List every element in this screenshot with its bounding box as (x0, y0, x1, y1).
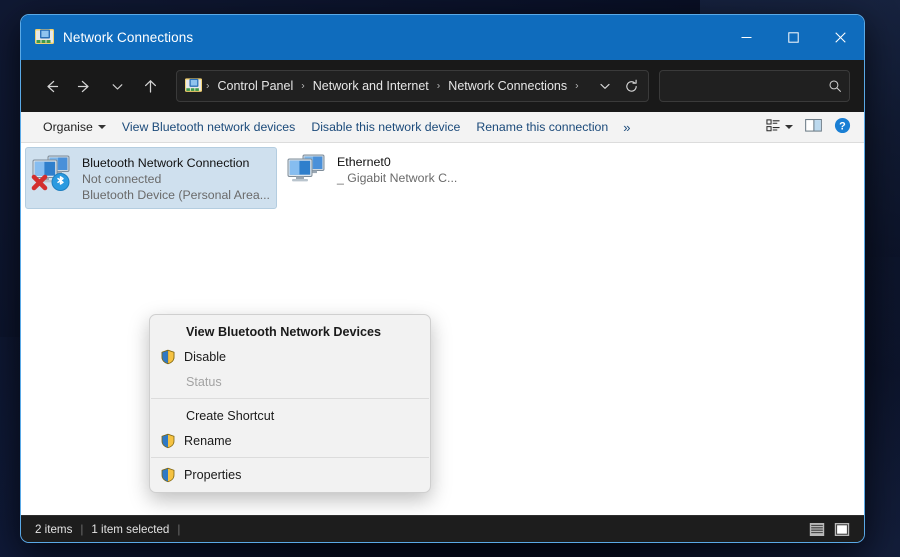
command-bar: Organise View Bluetooth network devices … (21, 112, 864, 143)
forward-button[interactable] (68, 70, 101, 102)
large-icons-view-button[interactable] (832, 520, 852, 539)
preview-pane-icon (805, 118, 822, 136)
connection-device-name: Gigabit Network C... (347, 171, 458, 185)
svg-text:?: ? (839, 120, 846, 132)
chevron-down-icon (97, 125, 106, 129)
context-menu-label: Properties (184, 467, 242, 482)
disable-this-network-device-button[interactable]: Disable this network device (303, 116, 468, 138)
view-bluetooth-network-devices-button[interactable]: View Bluetooth network devices (114, 116, 303, 138)
selection-label: 1 item selected (91, 522, 170, 536)
search-box[interactable] (659, 70, 850, 102)
status-bar: 2 items | 1 item selected | (21, 515, 864, 542)
breadcrumb-separator-0: › (206, 79, 210, 92)
breadcrumb-separator-1: › (301, 79, 305, 92)
context-menu-label: Disable (184, 349, 226, 364)
connection-name: Ethernet0 (337, 155, 391, 169)
context-menu-item-properties[interactable]: Properties (150, 462, 430, 487)
context-menu-item-view-bluetooth-network-devices[interactable]: View Bluetooth Network Devices (150, 319, 430, 344)
shield-icon (160, 433, 176, 449)
title-bar-left: Network Connections (21, 29, 193, 46)
network-connections-window: Network Connections › Control Panel › Ne… (20, 14, 865, 543)
preview-pane-button[interactable] (800, 115, 827, 139)
context-menu-label: Create Shortcut (186, 408, 275, 423)
organise-label: Organise (43, 120, 93, 134)
context-menu-item-status: Status (150, 369, 430, 394)
command-label: Disable this network device (311, 120, 461, 134)
ethernet-adapter-icon (285, 151, 329, 191)
connection-item-ethernet0[interactable]: Ethernet0 _ Gigabit Network C... (281, 147, 533, 196)
connection-item-bluetooth[interactable]: Bluetooth Network Connection Not connect… (25, 147, 277, 209)
help-button[interactable]: ? (829, 115, 856, 139)
breadcrumb-control-panel[interactable]: Control Panel (212, 76, 300, 96)
context-menu-separator (151, 457, 429, 458)
network-connections-icon (35, 29, 54, 46)
command-label: View Bluetooth network devices (121, 120, 296, 134)
context-menu-item-disable[interactable]: Disable (150, 344, 430, 369)
context-menu-item-create-shortcut[interactable]: Create Shortcut (150, 403, 430, 428)
address-bar[interactable]: › Control Panel › Network and Internet ›… (176, 70, 649, 102)
command-bar-right: ? (761, 115, 856, 139)
connections-list[interactable]: Bluetooth Network Connection Not connect… (21, 143, 864, 515)
details-view-button[interactable] (807, 520, 827, 539)
back-button[interactable] (35, 70, 68, 102)
breadcrumb-network-connections[interactable]: Network Connections (442, 76, 573, 96)
window-title: Network Connections (63, 30, 194, 45)
connection-name: Bluetooth Network Connection (82, 156, 250, 170)
close-button[interactable] (817, 15, 864, 60)
breadcrumb-separator-2: › (436, 79, 441, 92)
minimize-button[interactable] (723, 15, 770, 60)
item-count-label: 2 items (35, 522, 73, 536)
command-overflow-button[interactable]: » (616, 116, 637, 139)
command-label: Rename this connection (476, 120, 609, 134)
status-bar-view-buttons (807, 520, 858, 539)
context-menu-label: View Bluetooth Network Devices (186, 324, 382, 339)
shield-icon (160, 467, 176, 483)
context-menu[interactable]: View Bluetooth Network Devices Disable S… (149, 314, 431, 493)
view-options-button[interactable] (761, 115, 798, 139)
up-button[interactable] (134, 70, 167, 102)
status-separator: | (177, 522, 181, 536)
status-separator: | (80, 522, 84, 536)
layout-icon (766, 118, 781, 136)
rename-this-connection-button[interactable]: Rename this connection (468, 116, 616, 138)
connection-device: Bluetooth Device (Personal Area... (82, 188, 270, 202)
connection-device: _ Gigabit Network C... (337, 170, 457, 186)
bluetooth-network-adapter-icon (30, 152, 74, 192)
context-menu-separator (151, 398, 429, 399)
connection-status: Not connected (82, 172, 162, 186)
breadcrumb-network-and-internet[interactable]: Network and Internet (307, 76, 435, 96)
search-input[interactable] (669, 78, 828, 94)
help-icon: ? (834, 117, 851, 137)
recent-locations-button[interactable] (101, 70, 134, 102)
caption-buttons (723, 15, 864, 60)
context-menu-label: Status (186, 374, 222, 389)
chevron-down-icon (785, 125, 793, 129)
breadcrumb-separator-3: › (575, 79, 579, 92)
context-menu-label: Rename (184, 433, 232, 448)
maximize-button[interactable] (770, 15, 817, 60)
shield-icon (160, 349, 176, 365)
connection-device-prefix: _ (337, 171, 344, 185)
context-menu-item-rename[interactable]: Rename (150, 428, 430, 453)
network-connections-icon (185, 78, 202, 94)
organise-button[interactable]: Organise (35, 116, 114, 138)
connection-text-ethernet0: Ethernet0 _ Gigabit Network C... (337, 151, 457, 186)
connection-text-bluetooth: Bluetooth Network Connection Not connect… (82, 152, 270, 203)
navigation-bar: › Control Panel › Network and Internet ›… (21, 60, 864, 112)
chevron-down-icon[interactable] (592, 73, 618, 99)
title-bar: Network Connections (21, 15, 864, 60)
search-icon (828, 79, 842, 93)
refresh-icon[interactable] (618, 73, 644, 99)
